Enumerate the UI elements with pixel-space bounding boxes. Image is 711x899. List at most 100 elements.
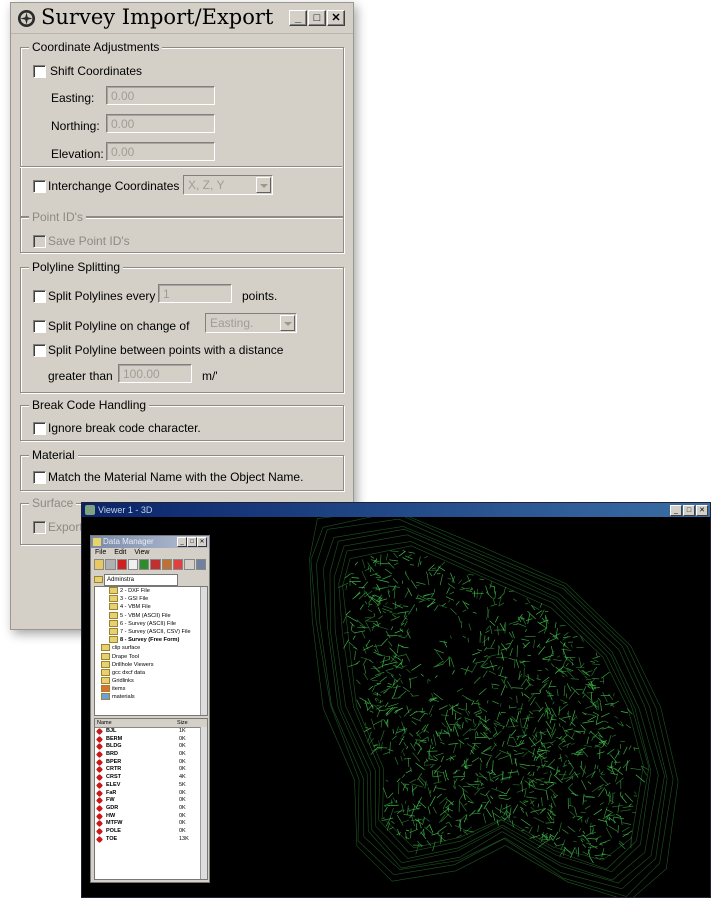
- list-item[interactable]: BLDG 0K: [95, 743, 207, 751]
- survey-stroke: [561, 675, 565, 678]
- list-item[interactable]: BPER 0K: [95, 758, 207, 767]
- match-material-checkbox[interactable]: [33, 471, 46, 484]
- list-item[interactable]: HW 0K: [95, 812, 207, 821]
- survey-stroke: [479, 757, 483, 763]
- dm-close-button[interactable]: ✕: [197, 537, 207, 547]
- data-manager-tree[interactable]: 2 - DXF File 3 - GSI File 4 - VBM File 5…: [94, 586, 208, 716]
- distance-field[interactable]: 100.00: [118, 364, 192, 383]
- tree-item[interactable]: materials: [112, 694, 135, 700]
- list-item[interactable]: ELEV 5K: [95, 781, 207, 790]
- dialog-title-bar[interactable]: Survey Import/Export _ □ ✕: [11, 3, 353, 34]
- circle-icon[interactable]: [150, 559, 161, 570]
- ignore-break-code-checkbox[interactable]: [33, 422, 46, 435]
- survey-stroke: [548, 774, 551, 783]
- viewer-minimize-button[interactable]: _: [670, 505, 682, 516]
- text-icon[interactable]: [184, 559, 195, 570]
- list-header-name[interactable]: Name: [97, 719, 112, 727]
- survey-stroke: [526, 618, 533, 621]
- split-change-checkbox[interactable]: [33, 320, 46, 333]
- split-every-field[interactable]: 1: [158, 284, 232, 303]
- tree-item[interactable]: 3 - GSI File: [120, 596, 148, 602]
- tree-item[interactable]: 4 - VBM File: [120, 604, 151, 610]
- tree-item[interactable]: 2 - DXF File: [120, 588, 150, 594]
- list-item[interactable]: FaR 0K: [95, 789, 207, 798]
- survey-stroke: [438, 705, 448, 710]
- interchange-coordinates-label: Interchange Coordinates: [48, 179, 180, 193]
- survey-stroke: [565, 693, 568, 698]
- tree-item[interactable]: Gridlinks: [112, 678, 134, 684]
- list-item[interactable]: CRST 4K: [95, 774, 207, 782]
- binoculars-icon[interactable]: [105, 559, 116, 570]
- tree-item[interactable]: Drillhole Viewers: [112, 662, 154, 668]
- tree-item[interactable]: 6 - Survey (ASCII) File: [120, 621, 176, 627]
- list-item[interactable]: POLE 0K: [95, 827, 207, 836]
- plus-icon[interactable]: [127, 559, 139, 570]
- list-item[interactable]: MTFW 0K: [95, 820, 207, 828]
- menu-edit[interactable]: Edit: [114, 548, 126, 558]
- box-icon[interactable]: [161, 559, 173, 570]
- split-distance-checkbox[interactable]: [33, 344, 46, 357]
- list-item[interactable]: BRD 0K: [95, 751, 207, 759]
- tree-item[interactable]: Drape Tool: [112, 654, 139, 660]
- dm-maximize-button[interactable]: □: [187, 537, 197, 547]
- menu-file[interactable]: File: [95, 548, 106, 558]
- survey-stroke: [398, 690, 407, 699]
- tree-item[interactable]: items: [112, 686, 125, 692]
- open-folder-icon[interactable]: [94, 559, 105, 570]
- data-manager-title-bar[interactable]: Data Manager _ □ ✕: [91, 536, 209, 548]
- list-item[interactable]: FW 0K: [95, 797, 207, 805]
- survey-stroke: [622, 822, 632, 825]
- viewer-title-bar[interactable]: Viewer 1 - 3D _ □ ✕: [82, 503, 710, 517]
- data-manager-combo[interactable]: Adminstra: [94, 574, 206, 586]
- survey-stroke: [412, 752, 421, 762]
- tree-scrollbar[interactable]: [200, 587, 207, 715]
- list-item[interactable]: BERM 0K: [95, 735, 207, 744]
- list-item[interactable]: GDR 0K: [95, 804, 207, 813]
- elevation-field[interactable]: 0.00: [106, 142, 215, 161]
- list-item[interactable]: BJL 1K: [95, 727, 207, 736]
- save-point-ids-checkbox[interactable]: [33, 235, 46, 248]
- list-scrollbar[interactable]: [200, 727, 207, 879]
- tree-item[interactable]: 5 - VBM (ASCII) File: [120, 613, 171, 619]
- tree-item-selected[interactable]: 8 - Survey (Free Form): [120, 637, 179, 643]
- grid-icon[interactable]: [195, 559, 206, 570]
- export-checkbox[interactable]: [33, 521, 46, 534]
- easting-field[interactable]: 0.00: [106, 86, 215, 105]
- northing-field[interactable]: 0.00: [106, 114, 215, 133]
- shift-coordinates-checkbox[interactable]: [33, 65, 46, 78]
- menu-view[interactable]: View: [134, 548, 149, 558]
- survey-stroke: [464, 737, 470, 740]
- close-button[interactable]: ✕: [327, 10, 345, 26]
- survey-stroke: [495, 777, 499, 781]
- viewer-canvas[interactable]: Data Manager _ □ ✕ File Edit View Admins…: [82, 517, 710, 897]
- tree-item[interactable]: gcc dxcf data: [112, 670, 145, 676]
- dm-minimize-button[interactable]: _: [177, 537, 187, 547]
- survey-stroke: [434, 649, 445, 654]
- viewer-maximize-button[interactable]: □: [683, 505, 695, 516]
- viewer-close-button[interactable]: ✕: [696, 505, 708, 516]
- split-every-checkbox[interactable]: [33, 290, 46, 303]
- survey-stroke: [483, 723, 492, 734]
- survey-stroke: [404, 572, 410, 581]
- survey-stroke: [541, 617, 545, 622]
- split-change-dropdown[interactable]: Easting.: [205, 313, 297, 333]
- layers-icon[interactable]: [173, 559, 184, 570]
- survey-stroke: [499, 666, 504, 676]
- maximize-button[interactable]: □: [308, 10, 326, 26]
- survey-stroke: [418, 800, 427, 809]
- tree-icon[interactable]: [139, 559, 150, 570]
- list-header-size[interactable]: Size: [177, 719, 188, 727]
- survey-stroke: [519, 806, 524, 810]
- survey-stroke: [580, 839, 584, 843]
- data-manager-list[interactable]: Name Size BJL 1K BERM 0K BLDG 0K BRD 0K BPER 0K CR…: [94, 718, 208, 880]
- list-item[interactable]: CRTR 0K: [95, 766, 207, 774]
- interchange-coordinates-checkbox[interactable]: [33, 180, 46, 193]
- minimize-button[interactable]: _: [289, 10, 307, 26]
- heart-icon[interactable]: [116, 559, 127, 570]
- survey-stroke: [381, 575, 392, 580]
- tree-item[interactable]: 7 - Survey (ASCII, CSV) File: [120, 629, 191, 635]
- interchange-coordinates-dropdown[interactable]: X, Z, Y: [183, 175, 273, 195]
- tree-item[interactable]: clip surface: [112, 645, 140, 651]
- survey-stroke: [420, 673, 424, 677]
- list-item[interactable]: TOE 13K: [95, 835, 207, 844]
